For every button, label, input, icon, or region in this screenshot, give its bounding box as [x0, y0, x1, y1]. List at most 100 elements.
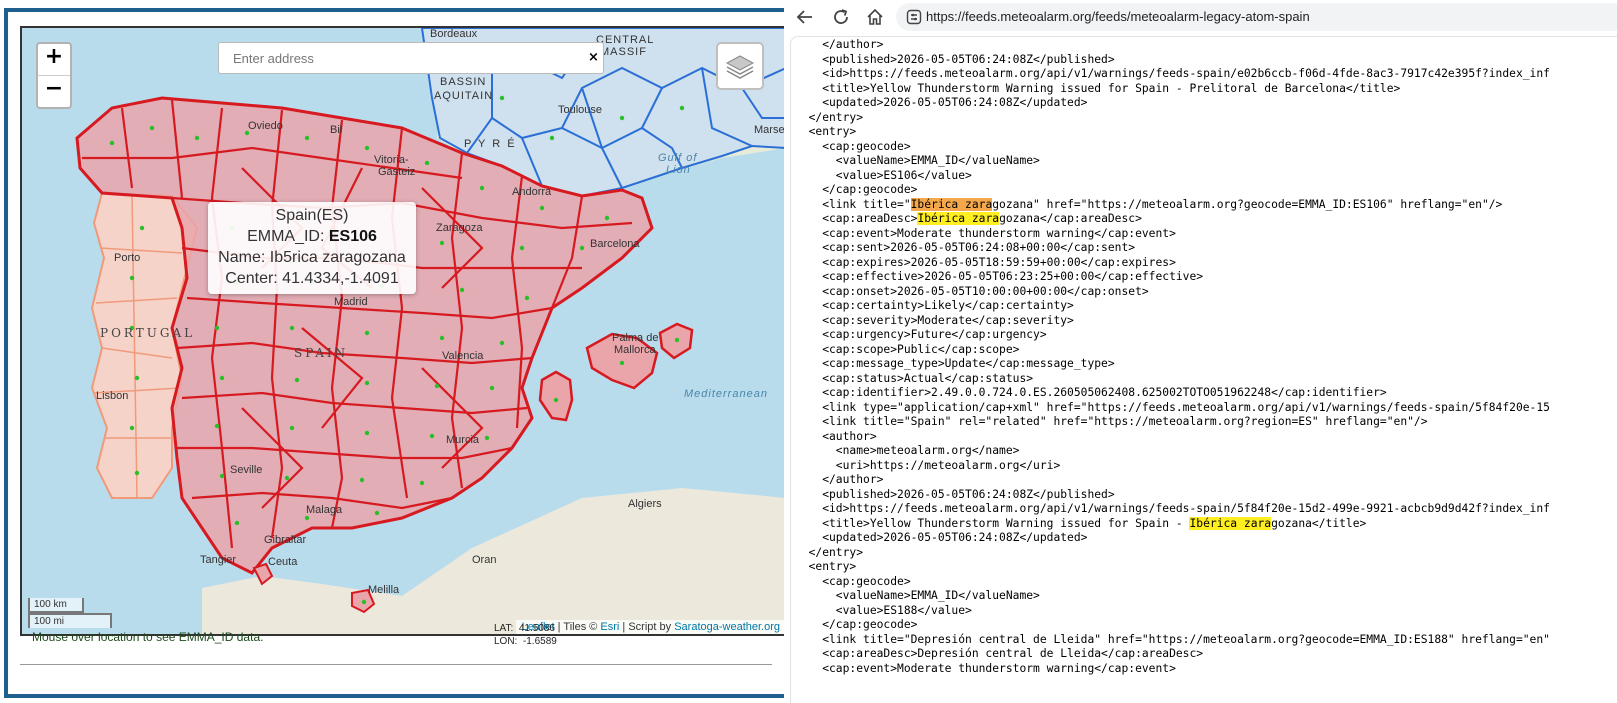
ibiza-area [538, 370, 574, 422]
label-madrid: Madrid [334, 296, 368, 308]
divider [20, 664, 772, 665]
label-zaragoza: Zaragoza [436, 222, 483, 234]
xml-line: <author> [795, 429, 877, 443]
label-oran: Oran [472, 554, 497, 566]
xml-line: <value>ES188</value> [795, 603, 972, 617]
xml-line: <cap:areaDesc>Ibérica zaragozana</cap:ar… [795, 212, 1142, 225]
reload-icon [834, 9, 848, 24]
xml-line: <entry> [795, 125, 857, 138]
label-porto: Porto [114, 252, 141, 264]
warning-map[interactable]: Bordeaux BASSIN AQUITAIN CENTRAL MASSIF … [20, 26, 788, 636]
label-lisbon: Lisbon [96, 390, 129, 402]
label-pyrenees: P Y R É [464, 138, 517, 150]
browser-window: https://feeds.meteoalarm.org/feeds/meteo… [784, 0, 1617, 703]
xml-line: <valueName>EMMA_ID</valueName> [795, 154, 1040, 167]
label-tangier: Tangier [200, 554, 237, 566]
xml-line: <name>meteoalarm.org</name> [795, 444, 1020, 457]
scale-mi: 100 mi [28, 613, 112, 628]
xml-line: </entry> [795, 545, 864, 559]
label-spain: SPAIN [294, 346, 349, 360]
xml-line: <link title="Ibérica zaragozana" href="h… [795, 197, 1503, 211]
xml-line: <uri>https://meteoalarm.org</uri> [795, 458, 1061, 472]
label-malaga: Malaga [306, 504, 343, 516]
label-marseille: Marsei [754, 124, 788, 136]
popup-emma-id-value: ES106 [328, 228, 377, 245]
lon-value: -1.6589 [522, 636, 557, 647]
xml-line: <cap:expires>2026-05-05T18:59:59+00:00</… [795, 255, 1176, 269]
label-mediterranean: Mediterranean [684, 388, 768, 400]
xml-line: <updated>2026-05-05T06:24:08Z</updated> [795, 531, 1088, 544]
xml-line: <link type="application/cap+xml" href="h… [795, 400, 1550, 414]
xml-line: </cap:geocode> [795, 183, 918, 196]
esri-link[interactable]: Esri [600, 621, 619, 633]
label-valencia: Valencia [442, 350, 484, 362]
browser-toolbar: https://feeds.meteoalarm.org/feeds/meteo… [784, 0, 1617, 34]
map-panel: Bordeaux BASSIN AQUITAIN CENTRAL MASSIF … [4, 8, 801, 698]
label-massif: MASSIF [600, 46, 647, 58]
home-button[interactable] [864, 6, 886, 28]
address-bar[interactable]: https://feeds.meteoalarm.org/feeds/meteo… [896, 3, 1617, 31]
back-arrow-icon [796, 10, 812, 24]
popup-emma-id: EMMA_ID: ES106 [247, 228, 377, 245]
scale-km: 100 km [28, 598, 84, 613]
label-toulouse: Toulouse [558, 104, 603, 116]
label-bassin: BASSIN [440, 76, 487, 88]
xml-line: <id>https://feeds.meteoalarm.org/api/v1/… [795, 67, 1550, 80]
zoom-control: + − [36, 42, 72, 109]
xml-line: <link title="Depresión central de Lleida… [795, 632, 1550, 646]
saratoga-link[interactable]: Saratoga-weather.org [674, 621, 780, 633]
label-vitoria-1: Vitoria- [374, 154, 409, 166]
layers-button[interactable] [716, 42, 764, 90]
xml-line: <published>2026-05-05T06:24:08Z</publish… [795, 52, 1115, 66]
find-highlight: Ibérica zara [917, 212, 1000, 225]
xml-line: <title>Yellow Thunderstorm Warning issue… [795, 516, 1367, 530]
label-bilbao: Bil [330, 124, 343, 136]
xml-line: <cap:scope>Public</cap:scope> [795, 342, 1020, 356]
xml-line: <cap:geocode> [795, 139, 911, 153]
lat-label: LAT: [494, 623, 514, 634]
xml-line: </author> [795, 473, 884, 486]
xml-line: <cap:event>Moderate thunderstorm warning… [795, 226, 1176, 240]
xml-line: <valueName>EMMA_ID</valueName> [795, 589, 1040, 602]
region-info-popup: Spain(ES) EMMA_ID: ES106 Name: Ib5rica z… [208, 202, 416, 294]
xml-line: <cap:urgency>Future</cap:urgency> [795, 328, 1047, 341]
xml-line: <link title="Spain" rel="related" href="… [795, 415, 1428, 428]
xml-line: </cap:geocode> [795, 618, 918, 631]
label-algiers: Algiers [628, 498, 662, 510]
home-icon [867, 8, 883, 25]
label-gulf: Gulf of [658, 152, 698, 164]
site-info-icon[interactable] [906, 9, 922, 25]
address-search-input[interactable] [218, 42, 604, 74]
xml-line: <cap:certainty>Likely</cap:certainty> [795, 299, 1074, 312]
xml-line: </entry> [795, 110, 864, 124]
xml-line: <cap:severity>Moderate</cap:severity> [795, 313, 1074, 327]
find-highlight: Ibérica zara [910, 197, 993, 211]
label-bordeaux: Bordeaux [430, 28, 478, 40]
zoom-in-button[interactable]: + [38, 44, 70, 75]
xml-line: <cap:geocode> [795, 574, 911, 588]
xml-line: <title>Yellow Thunderstorm Warning issue… [795, 81, 1401, 95]
lat-value: 41.5086 [518, 623, 555, 634]
xml-line: <published>2026-05-05T06:24:08Z</publish… [795, 487, 1115, 501]
label-andorra: Andorra [512, 186, 552, 198]
address-clear-button[interactable]: × [588, 50, 599, 65]
xml-line: <cap:areaDesc>Depresión central de Lleid… [795, 647, 1204, 660]
label-gibraltar: Gibraltar [264, 534, 307, 546]
label-lion: Lion [666, 164, 691, 176]
xml-line: <cap:sent>2026-05-05T06:24:08+00:00</cap… [795, 241, 1136, 254]
zoom-out-button[interactable]: − [38, 75, 70, 107]
xml-line: <updated>2026-05-05T06:24:08Z</updated> [795, 96, 1088, 109]
reload-button[interactable] [830, 6, 852, 28]
find-highlight: Ibérica zara [1189, 516, 1272, 530]
url-text: https://feeds.meteoalarm.org/feeds/meteo… [926, 9, 1310, 24]
map-scale: 100 km 100 mi [28, 598, 112, 628]
label-portugal: PORTUGAL [100, 326, 196, 340]
back-button[interactable] [794, 6, 816, 28]
label-vitoria-2: Gasteiz [378, 166, 416, 178]
mouseover-status-text: Mouse over location to see EMMA_ID data. [32, 630, 264, 644]
xml-source-view: </author> <published>2026-05-05T06:24:08… [790, 36, 1617, 703]
layers-icon [725, 55, 755, 79]
xml-line: <cap:onset>2026-05-05T10:00:00+00:00</ca… [795, 284, 1149, 298]
xml-line: <cap:message_type>Update</cap:message_ty… [795, 357, 1115, 370]
label-murcia: Murcia [446, 434, 480, 446]
